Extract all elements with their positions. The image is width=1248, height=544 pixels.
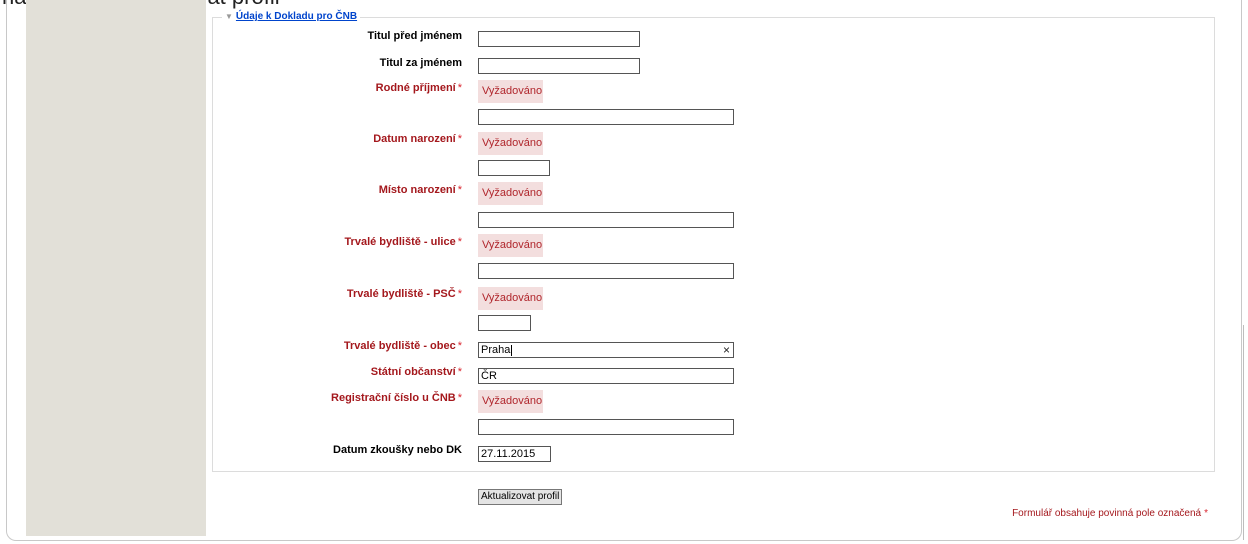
required-star: * [457, 184, 462, 196]
required-badge: Vyžadováno [478, 80, 543, 103]
datum-zkousky-input[interactable]: 27.11.2015 [478, 446, 551, 462]
label-bydliste-ulice: Trvalé bydliště - ulice * [344, 236, 462, 248]
required-star: * [457, 236, 462, 248]
required-badge: Vyžadováno [478, 390, 543, 413]
label-misto-narozeni: Místo narození * [378, 184, 462, 196]
label-statni-obcanstvi: Státní občanství * [370, 366, 462, 378]
required-fields-note: Formulář obsahuje povinná pole označená * [1012, 508, 1208, 519]
required-star: * [1204, 508, 1208, 519]
required-badge: Vyžadováno [478, 234, 543, 257]
scrollbar-track[interactable] [1243, 325, 1244, 540]
required-star: * [457, 133, 462, 145]
update-profile-button[interactable]: Aktualizovat profil [478, 489, 563, 505]
label-bydliste-psc: Trvalé bydliště - PSČ * [346, 288, 462, 300]
bydliste-ulice-input[interactable] [478, 263, 734, 279]
datum-narozeni-input[interactable] [478, 160, 550, 176]
required-star: * [457, 366, 462, 378]
label-titul-za: Titul za jménem [379, 57, 462, 69]
obec-value: Praha [481, 344, 511, 356]
section-legend: ▼ Údaje k Dokladu pro ČNB [222, 11, 361, 23]
misto-narozeni-input[interactable] [478, 212, 734, 228]
required-star: * [457, 82, 462, 94]
required-badge: Vyžadováno [478, 132, 543, 155]
required-star: * [457, 392, 462, 404]
label-registracni-cislo: Registrační číslo u ČNB * [331, 392, 462, 404]
titul-za-input[interactable] [478, 58, 640, 74]
label-bydliste-obec: Trvalé bydliště - obec * [343, 340, 462, 352]
required-badge: Vyžadováno [478, 287, 543, 310]
bydliste-psc-input[interactable] [478, 315, 531, 331]
titul-pred-input[interactable] [478, 31, 640, 47]
label-datum-zkousky: Datum zkoušky nebo DK [333, 444, 462, 456]
bydliste-obec-input[interactable]: Praha × [478, 342, 734, 358]
text-cursor [511, 344, 513, 356]
label-datum-narozeni: Datum narození * [373, 133, 462, 145]
required-star: * [457, 340, 462, 352]
clear-icon[interactable]: × [723, 343, 730, 357]
registracni-cislo-input[interactable] [478, 419, 734, 435]
left-column [26, 0, 206, 536]
label-rodne-prijmeni: Rodné příjmení * [375, 82, 462, 94]
required-star: * [457, 288, 462, 300]
rodne-prijmeni-input[interactable] [478, 109, 734, 125]
required-badge: Vyžadováno [478, 182, 543, 205]
section-toggle-link[interactable]: Údaje k Dokladu pro ČNB [236, 11, 357, 22]
label-titul-pred: Titul před jménem [367, 30, 462, 42]
collapse-triangle-icon[interactable]: ▼ [225, 12, 233, 21]
statni-obcanstvi-input[interactable]: ČR [478, 368, 734, 384]
